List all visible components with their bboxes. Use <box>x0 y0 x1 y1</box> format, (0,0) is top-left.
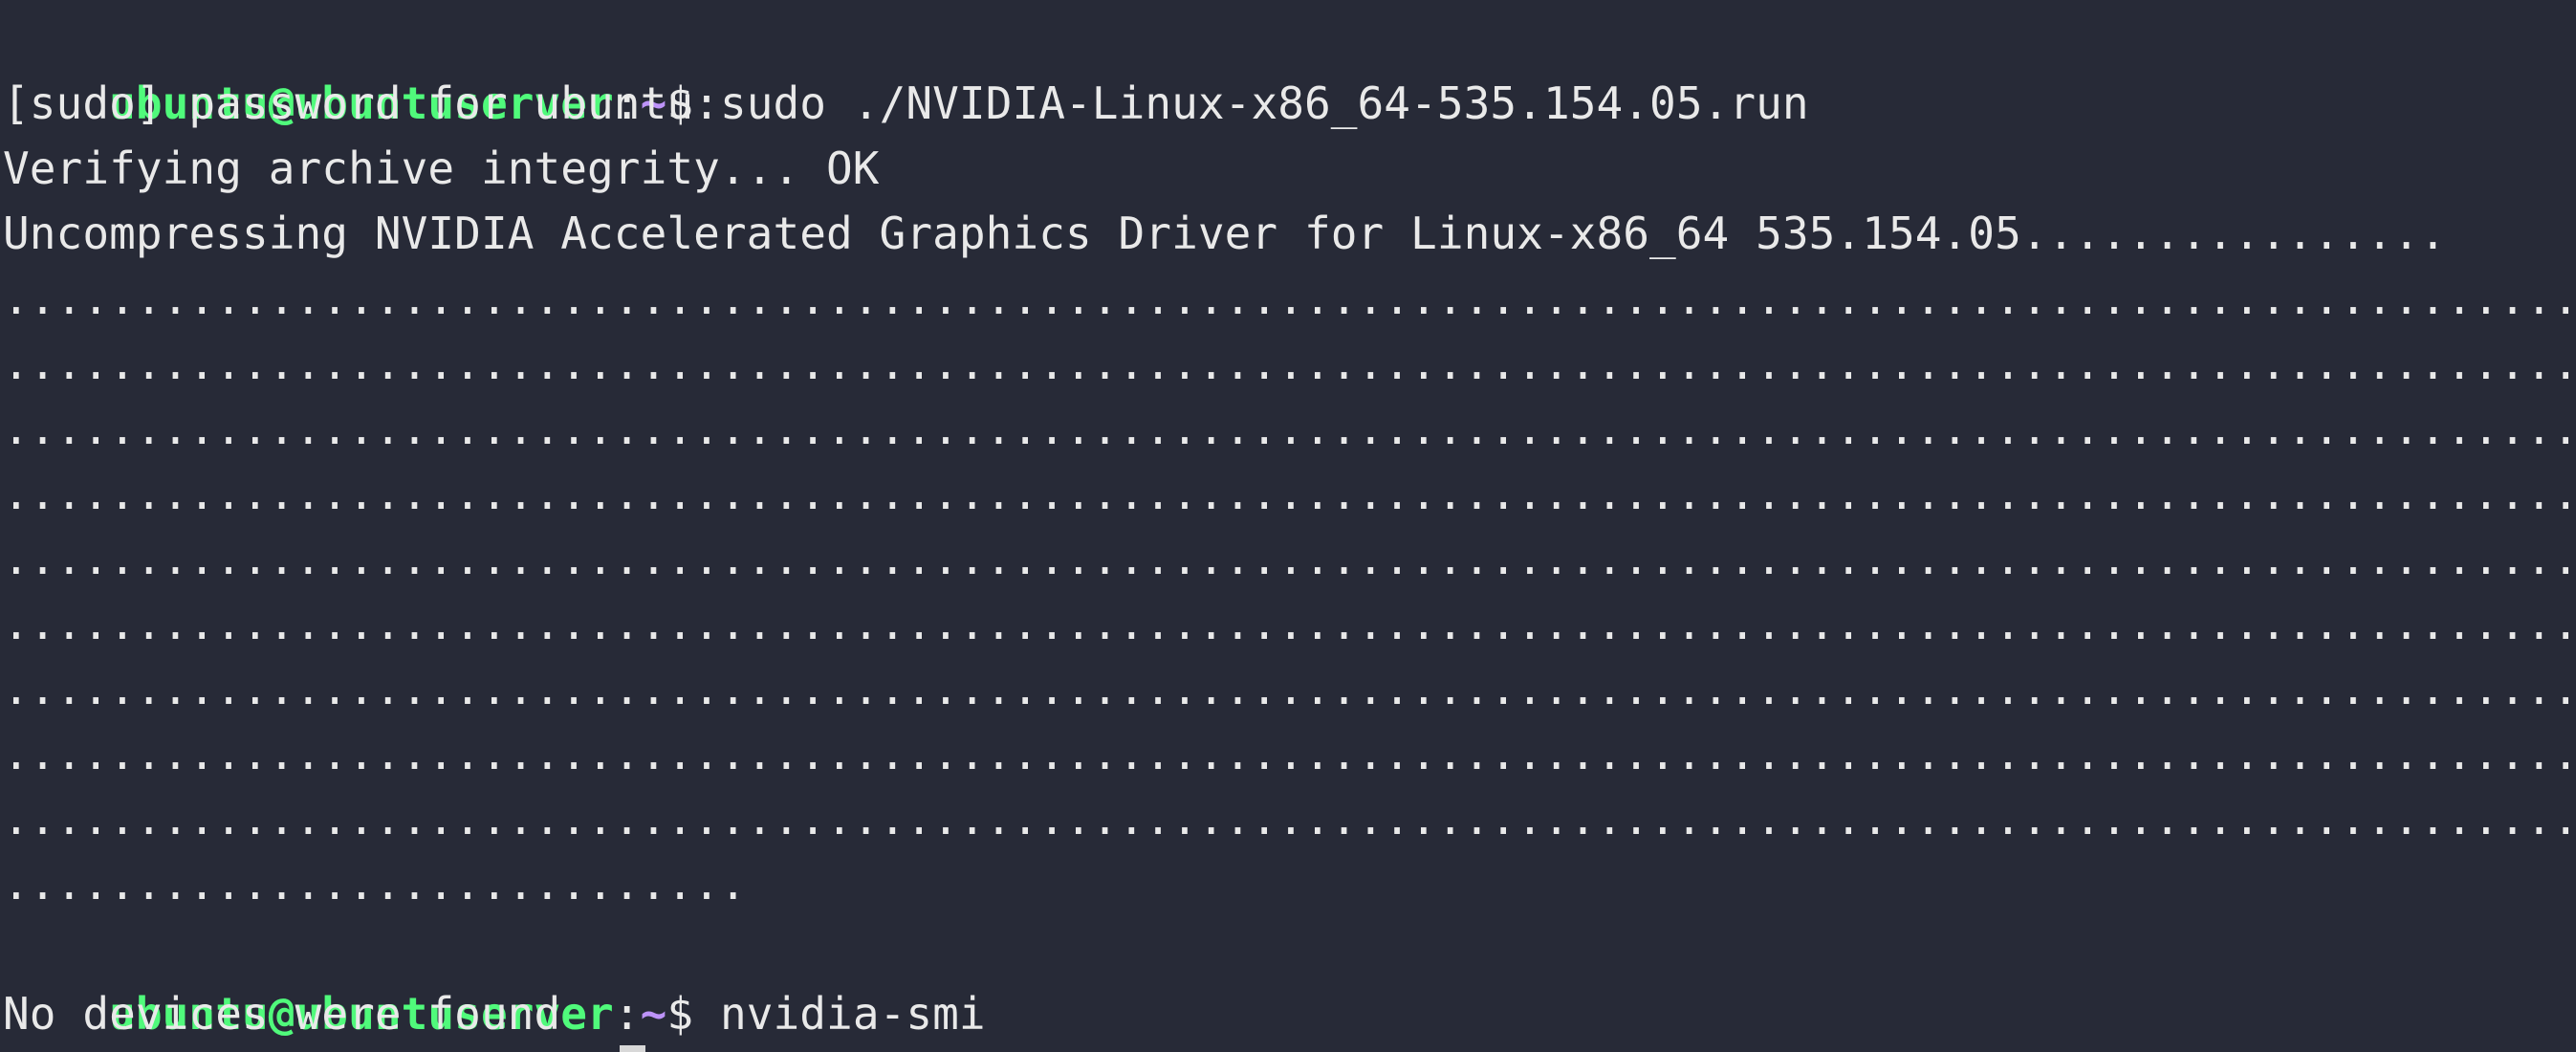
output-line: No devices were found <box>3 988 561 1040</box>
prompt-symbol: $ <box>666 988 720 1040</box>
output-line: Uncompressing NVIDIA Accelerated Graphic… <box>3 208 2447 259</box>
output-line: Verifying archive integrity... OK <box>3 142 880 194</box>
output-line: [sudo] password for ubuntu: <box>3 77 720 129</box>
command-text: sudo ./NVIDIA-Linux-x86_64-535.154.05.ru… <box>719 77 1809 129</box>
progress-dots-line: ........................................… <box>3 663 2576 714</box>
progress-dots-line: ........................................… <box>3 728 2576 779</box>
progress-dots-line: ........................................… <box>3 468 2576 519</box>
command-text: nvidia-smi <box>719 988 986 1040</box>
prompt-line: ubuntu@ubuntuserver:~$ sudo ./NVIDIA-Lin… <box>3 6 1809 129</box>
progress-dots-line: ............................ <box>3 858 747 910</box>
progress-dots-line: ........................................… <box>3 273 2576 324</box>
prompt-line: ubuntu@ubuntuserver:~$ nvidia-smi <box>3 916 986 1040</box>
progress-dots-line: ........................................… <box>3 598 2576 649</box>
terminal-window[interactable]: ubuntu@ubuntuserver:~$ sudo ./NVIDIA-Lin… <box>0 0 2576 1052</box>
text-cursor <box>620 1045 645 1052</box>
progress-dots-line: ........................................… <box>3 533 2576 584</box>
prompt-colon: : <box>613 988 641 1040</box>
progress-dots-line: ........................................… <box>3 793 2576 844</box>
progress-dots-line: ........................................… <box>3 403 2576 454</box>
progress-dots-line: ........................................… <box>3 338 2576 389</box>
prompt-path: ~ <box>640 988 667 1040</box>
